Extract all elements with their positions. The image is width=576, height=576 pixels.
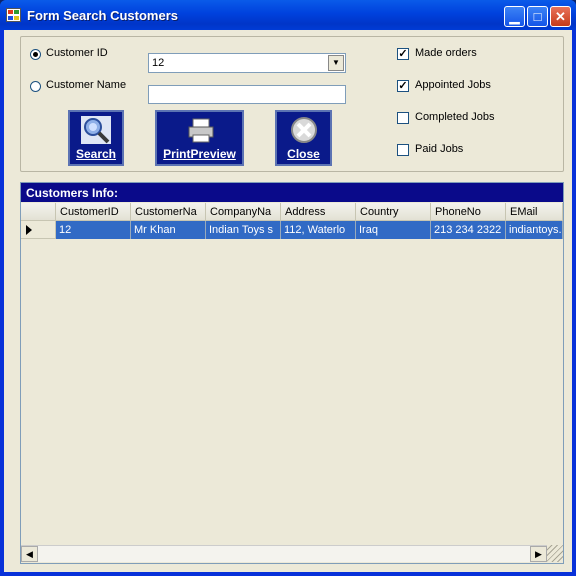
column-header[interactable]: PhoneNo [431,203,506,221]
table-cell[interactable]: indiantoys.s [506,221,563,239]
table-cell[interactable]: Mr Khan [131,221,206,239]
table-cell[interactable]: Indian Toys s [206,221,281,239]
app-window: Form Search Customers ▁ □ ✕ Customer ID … [0,0,576,576]
row-header-corner [21,203,56,221]
row-header[interactable] [21,221,56,239]
table-cell[interactable]: 12 [56,221,131,239]
made-orders-checkbox[interactable]: ✓ [397,48,409,60]
current-row-arrow-icon [26,225,32,235]
paid-jobs-label: Paid Jobs [415,143,464,155]
completed-jobs-label: Completed Jobs [415,111,495,123]
horizontal-scrollbar[interactable]: ◀ ▶ [21,545,547,562]
completed-jobs-checkbox[interactable] [397,112,409,124]
close-x-icon [289,116,319,144]
close-button-label: Close [287,147,320,161]
grid-caption: Customers Info: [21,183,563,202]
column-header[interactable]: Country [356,203,431,221]
customer-id-radio[interactable] [30,49,41,60]
appointed-jobs-label: Appointed Jobs [415,79,491,91]
app-icon [6,8,21,22]
column-header[interactable]: Address [281,203,356,221]
size-grip[interactable] [547,545,563,562]
customers-datagrid[interactable]: Customers Info: CustomerID CustomerNa Co… [20,182,564,564]
close-window-button[interactable]: ✕ [550,6,571,27]
chevron-down-icon[interactable]: ▼ [328,55,344,71]
paid-jobs-checkbox[interactable] [397,144,409,156]
appointed-jobs-checkbox[interactable]: ✓ [397,80,409,92]
radio-selected-dot [33,52,38,57]
form-body: Customer ID 12 ▼ Customer Name ✓ Made or… [4,30,572,572]
printer-icon [186,116,216,144]
grid-caption-text: Customers Info: [26,186,119,200]
title-bar[interactable]: Form Search Customers ▁ □ ✕ [0,0,576,30]
search-button-label: Search [75,147,117,161]
table-cell[interactable]: Iraq [356,221,431,239]
scroll-left-icon[interactable]: ◀ [21,546,38,562]
customer-id-combobox[interactable]: 12 ▼ [148,53,346,73]
maximize-button[interactable]: □ [527,6,548,27]
search-button[interactable]: Search [68,110,124,166]
customer-id-label: Customer ID [46,47,108,59]
magnifier-icon [81,116,111,144]
column-header[interactable]: CustomerID [56,203,131,221]
minimize-button[interactable]: ▁ [504,6,525,27]
column-header[interactable]: CustomerNa [131,203,206,221]
print-preview-button[interactable]: PrintPreview [155,110,244,166]
customer-name-input[interactable] [148,85,346,104]
customer-name-label: Customer Name [46,79,127,91]
customer-id-value: 12 [152,57,165,69]
customer-name-radio[interactable] [30,81,41,92]
close-button[interactable]: Close [275,110,332,166]
window-title: Form Search Customers [27,8,178,23]
scroll-right-icon[interactable]: ▶ [530,546,547,562]
print-preview-button-label: PrintPreview [163,147,236,161]
made-orders-label: Made orders [415,47,477,59]
column-header[interactable]: CompanyNa [206,203,281,221]
table-cell[interactable]: 213 234 2322 [431,221,506,239]
column-header[interactable]: EMail [506,203,563,221]
table-cell[interactable]: 112, Waterlo [281,221,356,239]
